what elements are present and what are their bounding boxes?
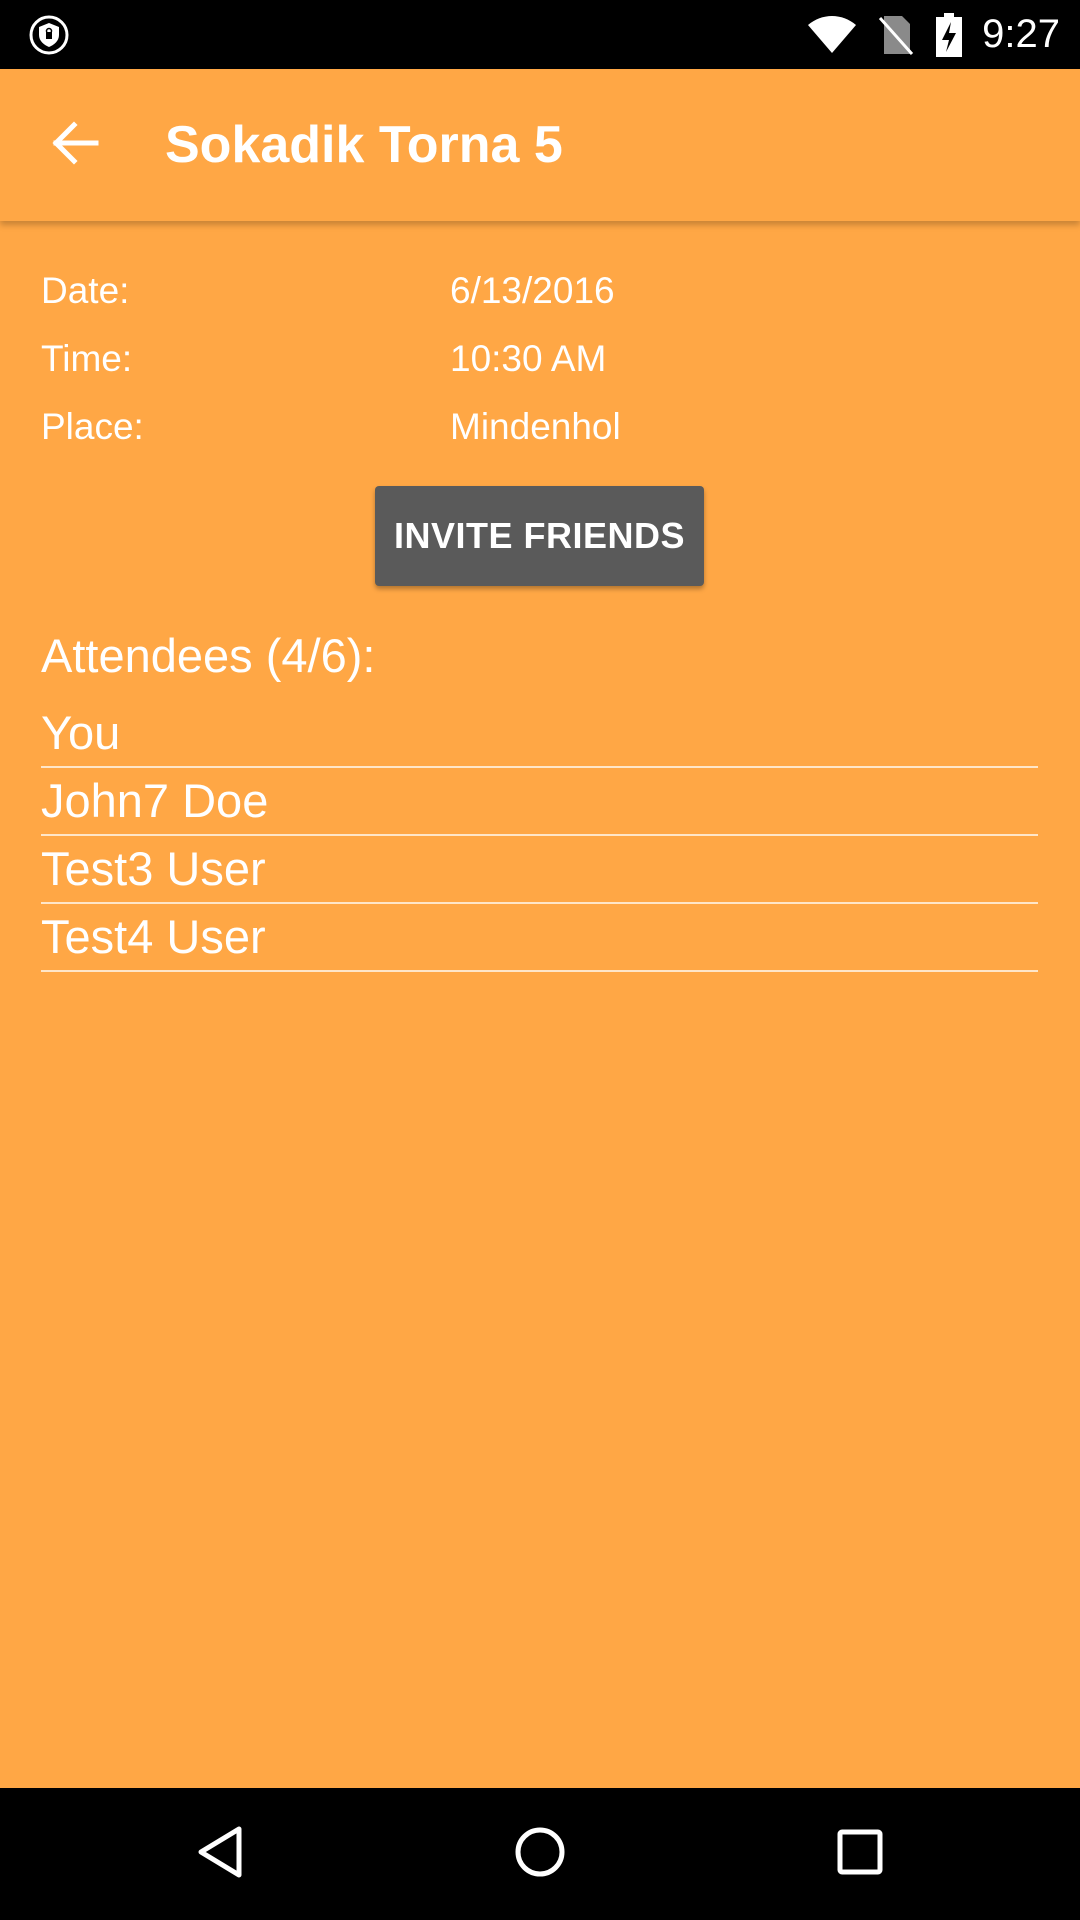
place-label: Place: bbox=[41, 406, 144, 447]
detail-row-date: Date: 6/13/2016 bbox=[41, 261, 1041, 321]
navigation-bar bbox=[0, 1788, 1080, 1920]
nav-back-button[interactable] bbox=[180, 1814, 260, 1894]
list-item[interactable]: Test4 User bbox=[41, 904, 1038, 972]
attendee-list: You John7 Doe Test3 User Test4 User bbox=[41, 700, 1038, 972]
date-value: 6/13/2016 bbox=[450, 270, 615, 311]
app-bar: Sokadik Torna 5 bbox=[0, 69, 1080, 221]
recents-square-icon bbox=[835, 1827, 885, 1882]
status-time: 9:27 bbox=[982, 12, 1060, 56]
no-sim-icon bbox=[878, 14, 914, 56]
place-value: Mindenhol bbox=[450, 406, 621, 447]
time-label: Time: bbox=[41, 338, 133, 379]
home-circle-icon bbox=[513, 1825, 567, 1884]
detail-row-place: Place: Mindenhol bbox=[41, 397, 1041, 457]
list-item[interactable]: John7 Doe bbox=[41, 768, 1038, 836]
back-triangle-icon bbox=[195, 1825, 245, 1884]
arrow-back-icon bbox=[52, 120, 100, 170]
back-button[interactable] bbox=[40, 109, 112, 181]
detail-row-time: Time: 10:30 AM bbox=[41, 329, 1041, 389]
shield-icon bbox=[28, 14, 70, 56]
nav-home-button[interactable] bbox=[500, 1814, 580, 1894]
event-details: Date: 6/13/2016 Time: 10:30 AM Place: Mi… bbox=[0, 221, 1080, 1788]
list-item[interactable]: You bbox=[41, 700, 1038, 768]
wifi-icon bbox=[806, 15, 858, 55]
list-item[interactable]: Test3 User bbox=[41, 836, 1038, 904]
time-value: 10:30 AM bbox=[450, 338, 607, 379]
date-label: Date: bbox=[41, 270, 130, 311]
attendees-heading: Attendees (4/6): bbox=[41, 629, 376, 682]
invite-friends-button[interactable]: INVITE FRIENDS bbox=[375, 486, 704, 586]
page-title: Sokadik Torna 5 bbox=[165, 116, 563, 174]
status-bar: 9:27 bbox=[0, 0, 1080, 69]
battery-charging-icon bbox=[934, 12, 964, 58]
nav-recents-button[interactable] bbox=[820, 1814, 900, 1894]
